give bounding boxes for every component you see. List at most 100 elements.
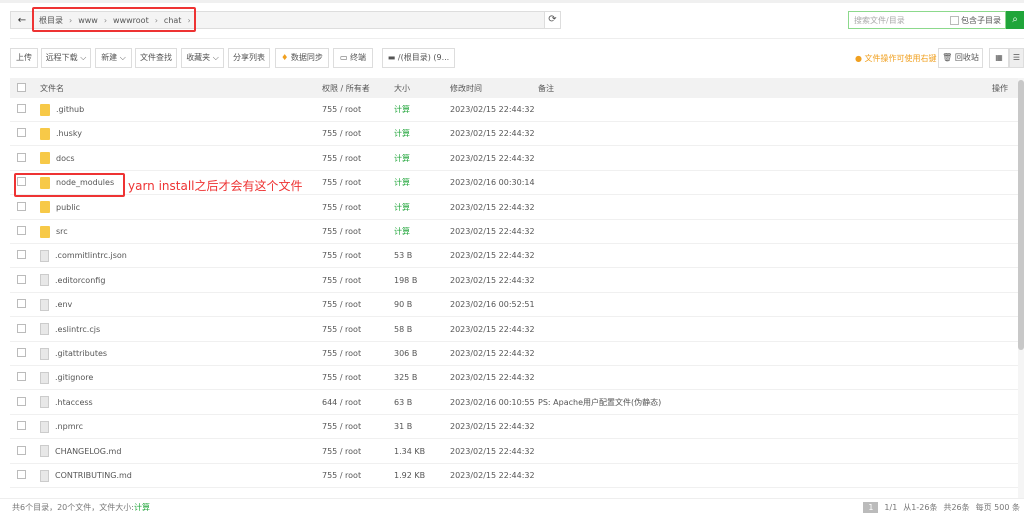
- table-row[interactable]: public 755 / root 计算 2023/02/15 22:44:32: [10, 196, 1022, 220]
- file-name[interactable]: .gitignore: [55, 373, 93, 382]
- range: 从1-26条: [903, 502, 938, 512]
- search-icon[interactable]: ⌕: [1006, 11, 1024, 29]
- table-row[interactable]: docs 755 / root 计算 2023/02/15 22:44:32: [10, 147, 1022, 171]
- permission[interactable]: 755 / root: [322, 154, 394, 163]
- file-search-button[interactable]: 文件查找: [135, 48, 177, 68]
- row-checkbox[interactable]: [17, 201, 26, 211]
- size: 63 B: [394, 397, 413, 407]
- table-row[interactable]: .commitlintrc.json 755 / root 53 B 2023/…: [10, 244, 1022, 269]
- row-checkbox[interactable]: [17, 421, 26, 431]
- permission[interactable]: 755 / root: [322, 373, 394, 382]
- row-checkbox[interactable]: [17, 470, 26, 479]
- row-checkbox[interactable]: [17, 396, 26, 406]
- size[interactable]: 计算: [394, 177, 450, 188]
- table-row[interactable]: src 755 / root 计算 2023/02/15 22:44:32: [10, 220, 1022, 244]
- permission[interactable]: 755 / root: [322, 129, 394, 138]
- file-name[interactable]: .npmrc: [55, 422, 83, 431]
- row-checkbox[interactable]: [17, 226, 26, 235]
- file-name[interactable]: CONTRIBUTING.md: [55, 471, 132, 480]
- file-name[interactable]: .github: [56, 105, 84, 114]
- row-checkbox[interactable]: [17, 250, 26, 260]
- permission[interactable]: 755 / root: [322, 349, 394, 358]
- row-checkbox[interactable]: [17, 152, 26, 162]
- permission[interactable]: 755 / root: [322, 447, 394, 456]
- file-name[interactable]: .gitattributes: [55, 349, 107, 358]
- table-row[interactable]: .husky 755 / root 计算 2023/02/15 22:44:32: [10, 122, 1022, 147]
- table-row[interactable]: .htaccess 644 / root 63 B 2023/02/16 00:…: [10, 391, 1022, 415]
- refresh-icon[interactable]: ⟳: [544, 12, 560, 28]
- permission[interactable]: 755 / root: [322, 227, 394, 236]
- permission[interactable]: 755 / root: [322, 251, 394, 260]
- table-row[interactable]: CONTRIBUTING.md 755 / root 1.92 KB 2023/…: [10, 464, 1022, 488]
- row-checkbox[interactable]: [17, 128, 26, 138]
- row-checkbox[interactable]: [17, 372, 26, 382]
- permission[interactable]: 755 / root: [322, 422, 394, 431]
- note[interactable]: PS: Apache用户配置文件(伪静态): [538, 397, 1022, 408]
- file-name[interactable]: public: [56, 203, 80, 212]
- table-row[interactable]: .github 755 / root 计算 2023/02/15 22:44:3…: [10, 98, 1022, 122]
- col-perm[interactable]: 权限 / 所有者: [322, 83, 394, 94]
- page-1[interactable]: 1: [863, 501, 879, 513]
- file-name[interactable]: .eslintrc.cjs: [55, 325, 100, 334]
- calc-size-link[interactable]: 计算: [134, 502, 150, 513]
- file-name[interactable]: src: [56, 227, 68, 236]
- table-row[interactable]: .env 755 / root 90 B 2023/02/16 00:52:51: [10, 293, 1022, 318]
- grid-view-button[interactable]: ▦: [989, 48, 1009, 68]
- table-row[interactable]: CHANGELOG.md 755 / root 1.34 KB 2023/02/…: [10, 440, 1022, 464]
- data-sync-button[interactable]: ♦ 数据同步: [275, 48, 329, 68]
- favorites-button[interactable]: 收藏夹 ⌵: [181, 48, 224, 68]
- permission[interactable]: 755 / root: [322, 325, 394, 334]
- col-mtime[interactable]: 修改时间: [450, 83, 538, 94]
- table-row[interactable]: .editorconfig 755 / root 198 B 2023/02/1…: [10, 269, 1022, 293]
- table-row[interactable]: .npmrc 755 / root 31 B 2023/02/15 22:44:…: [10, 415, 1022, 440]
- permission[interactable]: 755 / root: [322, 276, 394, 285]
- per-page-select[interactable]: 每页 500 条: [976, 502, 1020, 513]
- row-checkbox[interactable]: [17, 104, 26, 113]
- table-row[interactable]: .eslintrc.cjs 755 / root 58 B 2023/02/15…: [10, 318, 1022, 342]
- pager: 1 1/1 从1-26条 共26条 每页 500 条: [863, 501, 1024, 513]
- file-name[interactable]: docs: [56, 154, 75, 163]
- col-size[interactable]: 大小: [394, 83, 450, 94]
- size: 325 B: [394, 373, 418, 383]
- back-arrow-icon[interactable]: ←: [11, 15, 33, 26]
- file-name[interactable]: .htaccess: [55, 398, 93, 407]
- include-subdir-checkbox[interactable]: 包含子目录: [950, 15, 1001, 26]
- permission[interactable]: 755 / root: [322, 471, 394, 480]
- file-name[interactable]: .editorconfig: [55, 276, 105, 285]
- select-all-checkbox[interactable]: [17, 82, 26, 92]
- upload-button[interactable]: 上传: [10, 48, 38, 68]
- trash-icon: 🗑: [942, 53, 953, 62]
- row-checkbox[interactable]: [17, 348, 26, 357]
- remote-download-button[interactable]: 远程下载 ⌵: [41, 48, 91, 68]
- folder-icon: [40, 225, 50, 238]
- recycle-bin-button[interactable]: 🗑 回收站: [938, 48, 983, 68]
- scrollbar-thumb[interactable]: [1018, 80, 1024, 350]
- file-name[interactable]: .commitlintrc.json: [55, 251, 127, 260]
- permission[interactable]: 755 / root: [322, 203, 394, 212]
- size[interactable]: 计算: [394, 153, 450, 164]
- col-name[interactable]: 文件名: [40, 83, 322, 94]
- permission[interactable]: 755 / root: [322, 300, 394, 309]
- list-view-button[interactable]: ☰: [1009, 48, 1024, 68]
- row-checkbox[interactable]: [17, 323, 26, 333]
- size[interactable]: 计算: [394, 104, 450, 115]
- permission[interactable]: 755 / root: [322, 105, 394, 114]
- size[interactable]: 计算: [394, 202, 450, 213]
- permission[interactable]: 755 / root: [322, 178, 394, 187]
- terminal-button[interactable]: ▭ 终端: [333, 48, 373, 68]
- row-checkbox[interactable]: [17, 299, 26, 309]
- row-checkbox[interactable]: [17, 274, 26, 284]
- search-input[interactable]: 搜索文件/目录 包含子目录: [848, 11, 1006, 29]
- file-name[interactable]: .env: [55, 300, 72, 309]
- share-list-button[interactable]: 分享列表: [228, 48, 270, 68]
- new-button[interactable]: 新建 ⌵: [95, 48, 132, 68]
- row-checkbox[interactable]: [17, 445, 26, 455]
- size[interactable]: 计算: [394, 128, 450, 139]
- size[interactable]: 计算: [394, 226, 450, 237]
- permission[interactable]: 644 / root: [322, 398, 394, 407]
- table-row[interactable]: .gitignore 755 / root 325 B 2023/02/15 2…: [10, 366, 1022, 391]
- table-row[interactable]: .gitattributes 755 / root 306 B 2023/02/…: [10, 342, 1022, 366]
- file-name[interactable]: .husky: [56, 129, 82, 138]
- disk-button[interactable]: ▬ /(根目录) (9...: [382, 48, 455, 68]
- file-name[interactable]: CHANGELOG.md: [55, 447, 121, 456]
